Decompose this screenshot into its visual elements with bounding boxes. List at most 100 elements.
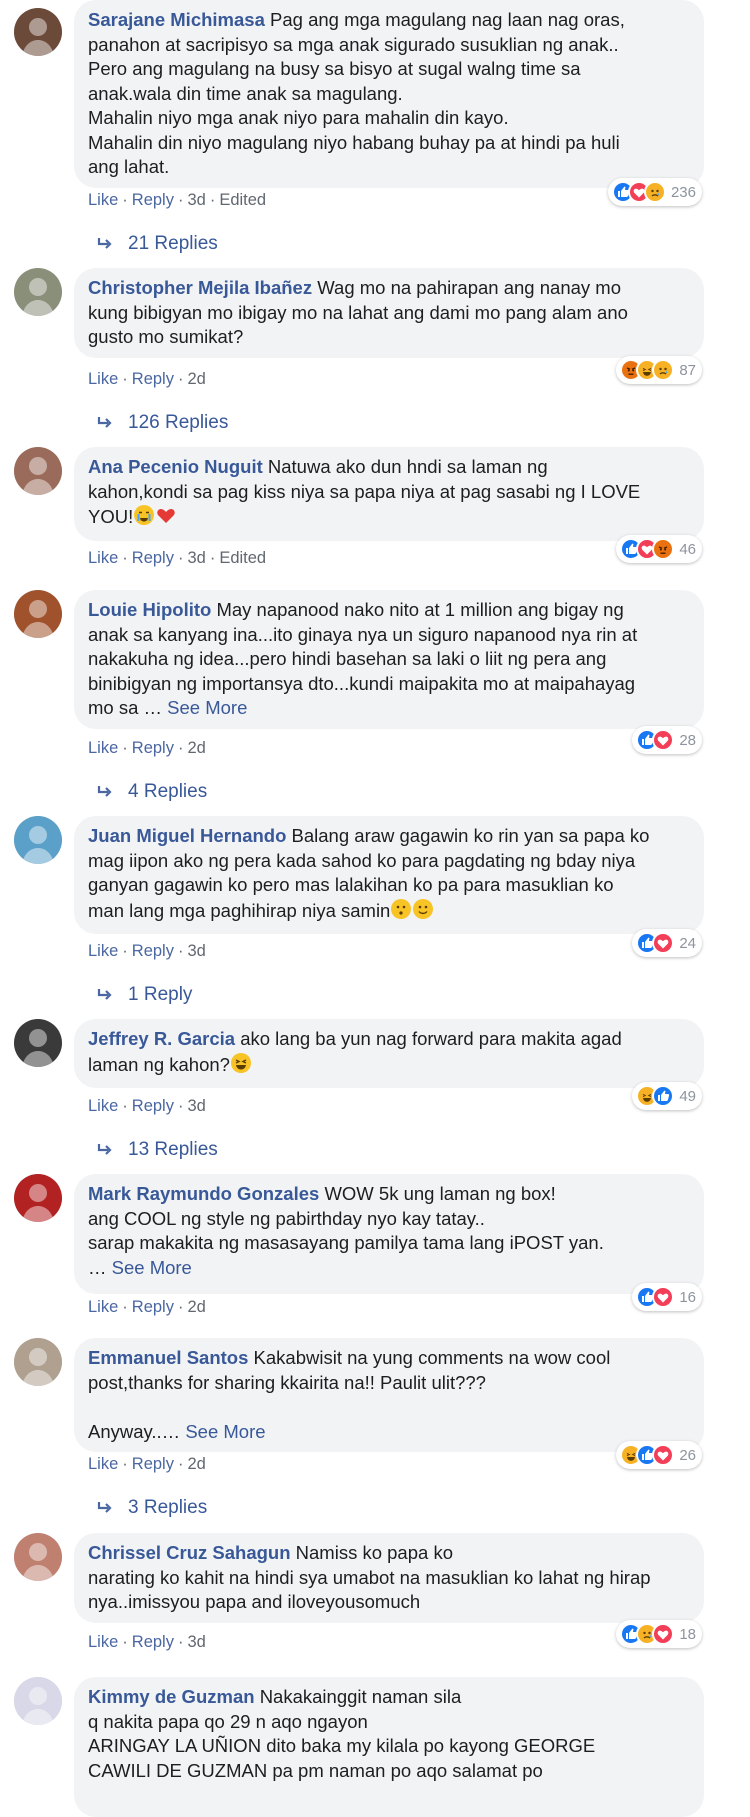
comment-timestamp[interactable]: 2d <box>187 1298 205 1316</box>
reply-link[interactable]: Reply <box>132 1455 174 1473</box>
reactions-summary[interactable]: 28 <box>632 726 702 754</box>
comment-text-line: Anyway..… <box>88 1420 181 1442</box>
comment-timestamp[interactable]: 3d <box>187 1633 205 1651</box>
neutral-emoji-icon <box>390 898 412 927</box>
comment-author[interactable]: Kimmy de Guzman <box>88 1686 255 1707</box>
like-link[interactable]: Like <box>88 549 118 567</box>
angry-reaction-icon <box>652 538 675 560</box>
reply-link[interactable]: Reply <box>132 549 174 567</box>
laugh-emoji-icon <box>230 1052 252 1081</box>
reaction-count: 87 <box>679 361 696 379</box>
like-link[interactable]: Like <box>88 191 118 209</box>
reaction-count: 46 <box>679 540 696 558</box>
avatar[interactable] <box>14 590 62 638</box>
reaction-count: 26 <box>679 1446 696 1464</box>
reaction-icons <box>636 729 675 751</box>
comment-author[interactable]: Ana Pecenio Nuguit <box>88 456 263 477</box>
comment-timestamp[interactable]: 3d <box>187 942 205 960</box>
avatar[interactable] <box>14 1677 62 1725</box>
comment-author[interactable]: Christopher Mejila Ibañez <box>88 277 312 298</box>
reactions-summary[interactable]: 87 <box>616 356 702 384</box>
view-replies-link[interactable]: 4 Replies <box>96 780 207 804</box>
reactions-summary[interactable]: 46 <box>616 535 702 563</box>
like-reaction-icon <box>652 1085 675 1107</box>
reactions-summary[interactable]: 49 <box>632 1082 702 1110</box>
reactions-summary[interactable]: 236 <box>607 178 702 206</box>
comment-text-line: binibigyan ng importansya dto...kundi ma… <box>88 672 636 694</box>
reply-link[interactable]: Reply <box>132 1097 174 1115</box>
like-link[interactable]: Like <box>88 739 118 757</box>
reply-link[interactable]: Reply <box>132 370 174 388</box>
separator-dot: · <box>122 1633 128 1651</box>
like-link[interactable]: Like <box>88 1633 118 1651</box>
avatar[interactable] <box>14 268 62 316</box>
comment-timestamp[interactable]: 3d <box>187 1097 205 1115</box>
avatar[interactable] <box>14 447 62 495</box>
reply-link[interactable]: Reply <box>132 191 174 209</box>
replies-count[interactable]: 13 Replies <box>128 1138 218 1162</box>
like-link[interactable]: Like <box>88 1455 118 1473</box>
replies-count[interactable]: 4 Replies <box>128 780 207 804</box>
comment-author[interactable]: Juan Miguel Hernando <box>88 825 286 846</box>
like-link[interactable]: Like <box>88 1298 118 1316</box>
view-replies-link[interactable]: 126 Replies <box>96 411 228 435</box>
reactions-summary[interactable]: 16 <box>632 1283 702 1311</box>
replies-count[interactable]: 3 Replies <box>128 1496 207 1520</box>
avatar[interactable] <box>14 1019 62 1067</box>
avatar[interactable] <box>14 1533 62 1581</box>
reply-link[interactable]: Reply <box>132 739 174 757</box>
replies-count[interactable]: 21 Replies <box>128 232 218 256</box>
view-replies-link[interactable]: 1 Reply <box>96 983 192 1007</box>
replies-count[interactable]: 126 Replies <box>128 411 228 435</box>
view-replies-link[interactable]: 13 Replies <box>96 1138 218 1162</box>
avatar[interactable] <box>14 1174 62 1222</box>
comment-text-line: man lang mga paghihirap niya samin <box>88 899 391 921</box>
love-reaction-icon <box>652 1444 675 1466</box>
sad-reaction-icon <box>652 359 675 381</box>
comment-timestamp[interactable]: 2d <box>187 739 205 757</box>
like-link[interactable]: Like <box>88 1097 118 1115</box>
comment-bubble: Juan Miguel Hernando Balang araw gagawin… <box>74 816 704 934</box>
comment-author[interactable]: Mark Raymundo Gonzales <box>88 1183 319 1204</box>
avatar[interactable] <box>14 816 62 864</box>
reply-link[interactable]: Reply <box>132 1633 174 1651</box>
comment-text-line: ang lahat. <box>88 156 170 177</box>
reaction-count: 24 <box>679 934 696 952</box>
see-more-link[interactable]: See More <box>167 697 247 718</box>
see-more-link[interactable]: See More <box>112 1257 192 1278</box>
separator-dot: · <box>122 739 128 757</box>
comment-author[interactable]: Emmanuel Santos <box>88 1347 248 1368</box>
comment-author[interactable]: Jeffrey R. Garcia <box>88 1028 235 1049</box>
like-link[interactable]: Like <box>88 370 118 388</box>
crying-emoji-icon <box>133 504 155 533</box>
see-more-link[interactable]: See More <box>185 1421 265 1442</box>
like-link[interactable]: Like <box>88 942 118 960</box>
edited-label[interactable]: Edited <box>219 549 266 567</box>
avatar[interactable] <box>14 8 62 56</box>
replies-count[interactable]: 1 Reply <box>128 983 192 1007</box>
reactions-summary[interactable]: 26 <box>616 1441 702 1469</box>
comment-actions: Like · Reply · 3d <box>88 1096 206 1116</box>
comment-timestamp[interactable]: 2d <box>187 1455 205 1473</box>
reply-link[interactable]: Reply <box>132 942 174 960</box>
comment-author[interactable]: Sarajane Michimasa <box>88 9 265 30</box>
comment-text-line: ganyan gagawin ko pero mas lalakihan ko … <box>88 874 614 895</box>
comment-text-line: Wag mo na pahirapan ang nanay mo <box>317 277 621 298</box>
view-replies-link[interactable]: 3 Replies <box>96 1496 207 1520</box>
reactions-summary[interactable]: 18 <box>616 1620 702 1648</box>
comment-timestamp[interactable]: 3d <box>187 549 205 567</box>
comment-text-line: kung bibigyan mo ibigay mo na lahat ang … <box>88 301 628 323</box>
reaction-icons <box>636 1085 675 1107</box>
avatar[interactable] <box>14 1338 62 1386</box>
comment-timestamp[interactable]: 2d <box>187 370 205 388</box>
view-replies-link[interactable]: 21 Replies <box>96 232 218 256</box>
edited-label[interactable]: Edited <box>219 191 266 209</box>
comment-author[interactable]: Louie Hipolito <box>88 599 211 620</box>
reply-link[interactable]: Reply <box>132 1298 174 1316</box>
reactions-summary[interactable]: 24 <box>632 929 702 957</box>
comment-text-line: Balang araw gagawin ko rin yan sa papa k… <box>291 825 650 846</box>
reply-arrow-icon <box>97 1144 112 1155</box>
comment-timestamp[interactable]: 3d <box>187 191 205 209</box>
comment-bubble: Chrissel Cruz Sahagun Namiss ko papa ko n… <box>74 1533 704 1623</box>
comment-author[interactable]: Chrissel Cruz Sahagun <box>88 1542 291 1563</box>
